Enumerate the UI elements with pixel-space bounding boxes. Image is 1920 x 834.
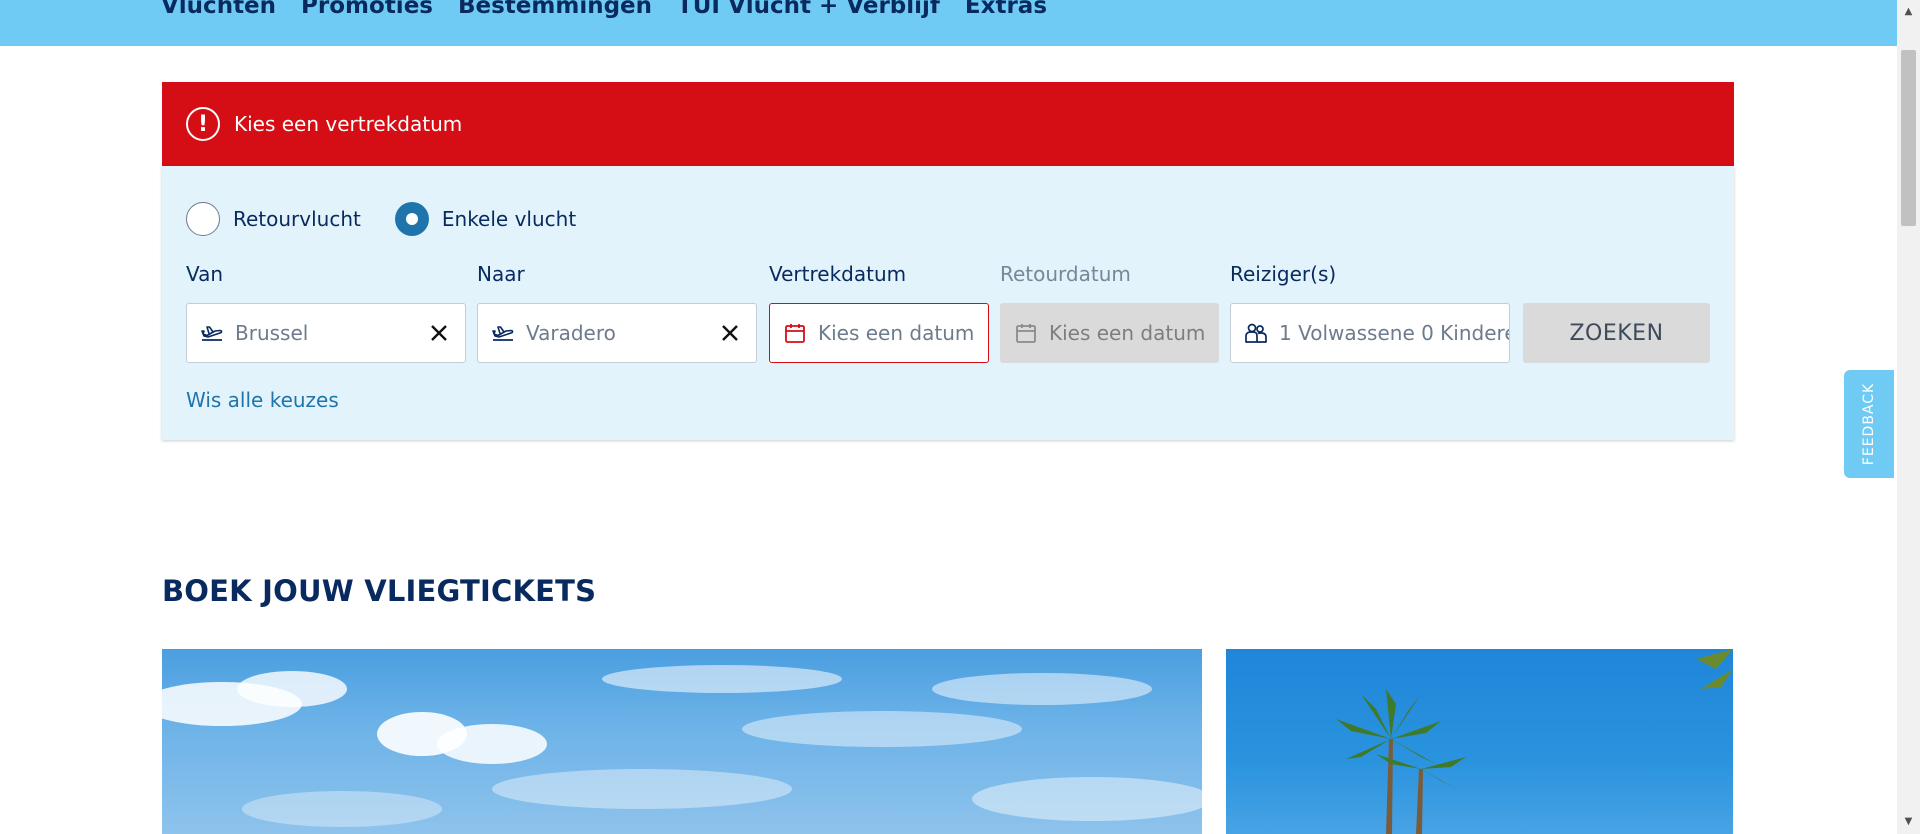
sky-promo-image[interactable] (162, 649, 1202, 834)
top-navigation: Vluchten Promoties Bestemmingen TUI Vluc… (0, 0, 1897, 46)
section-title: BOEK JOUW VLIEGTICKETS (162, 574, 597, 608)
departure-date-field[interactable]: Kies een datum (769, 303, 989, 363)
close-icon[interactable] (427, 321, 451, 345)
from-input[interactable]: Brussel (235, 321, 427, 345)
feedback-label: FEEDBACK (1861, 382, 1878, 466)
nav-item-vluchten[interactable]: Vluchten (161, 0, 276, 19)
radio-return-label: Retourvlucht (233, 207, 361, 231)
travellers-field[interactable]: 1 Volwassene 0 Kinderen (1230, 303, 1510, 363)
scroll-up-icon[interactable]: ▲ (1901, 4, 1916, 19)
to-label: Naar (477, 262, 525, 286)
plane-departure-icon (490, 320, 516, 346)
exclamation-circle-icon: ! (186, 107, 220, 141)
radio-checked-icon[interactable] (394, 202, 429, 236)
from-field[interactable]: Brussel (186, 303, 466, 363)
feedback-tab[interactable]: FEEDBACK (1844, 370, 1894, 478)
nav-item-vlucht-verblijf[interactable]: TUI Vlucht + Verblijf (677, 0, 940, 19)
search-button[interactable]: ZOEKEN (1523, 303, 1710, 363)
error-banner: ! Kies een vertrekdatum (162, 82, 1734, 166)
close-icon[interactable] (718, 321, 742, 345)
calendar-icon (1013, 320, 1039, 346)
return-date-label: Retourdatum (1000, 262, 1131, 286)
departure-date-input[interactable]: Kies een datum (818, 321, 988, 345)
travellers-input[interactable]: 1 Volwassene 0 Kinderen (1279, 321, 1509, 345)
to-field[interactable]: Varadero (477, 303, 757, 363)
radio-oneway-label: Enkele vlucht (441, 207, 577, 231)
scroll-down-icon[interactable]: ▼ (1901, 814, 1916, 829)
nav-item-bestemmingen[interactable]: Bestemmingen (458, 0, 652, 19)
trip-type-radio-group: Retourvlucht Enkele vlucht (186, 202, 610, 236)
nav-item-promoties[interactable]: Promoties (301, 0, 433, 19)
nav-item-extras[interactable]: Extras (965, 0, 1047, 19)
radio-unchecked-icon[interactable] (186, 202, 220, 236)
travellers-label: Reiziger(s) (1230, 262, 1337, 286)
return-date-field: Kies een datum (1000, 303, 1219, 363)
page-scrollbar[interactable]: ▲ ▼ (1897, 0, 1920, 834)
to-input[interactable]: Varadero (526, 321, 718, 345)
calendar-icon (782, 320, 808, 346)
people-icon (1243, 320, 1269, 346)
radio-oneway-flight[interactable]: Enkele vlucht (394, 202, 577, 236)
clear-all-link[interactable]: Wis alle keuzes (186, 388, 339, 412)
plane-departure-icon (199, 320, 225, 346)
error-message: Kies een vertrekdatum (234, 112, 463, 136)
from-label: Van (186, 262, 224, 286)
return-date-input: Kies een datum (1049, 321, 1206, 345)
flight-search-panel: Retourvlucht Enkele vlucht Van Naar Vert… (162, 166, 1734, 440)
radio-return-flight[interactable]: Retourvlucht (186, 202, 361, 236)
palm-tree-promo-image[interactable] (1226, 649, 1733, 834)
scrollbar-thumb[interactable] (1901, 50, 1916, 226)
departure-label: Vertrekdatum (769, 262, 907, 286)
